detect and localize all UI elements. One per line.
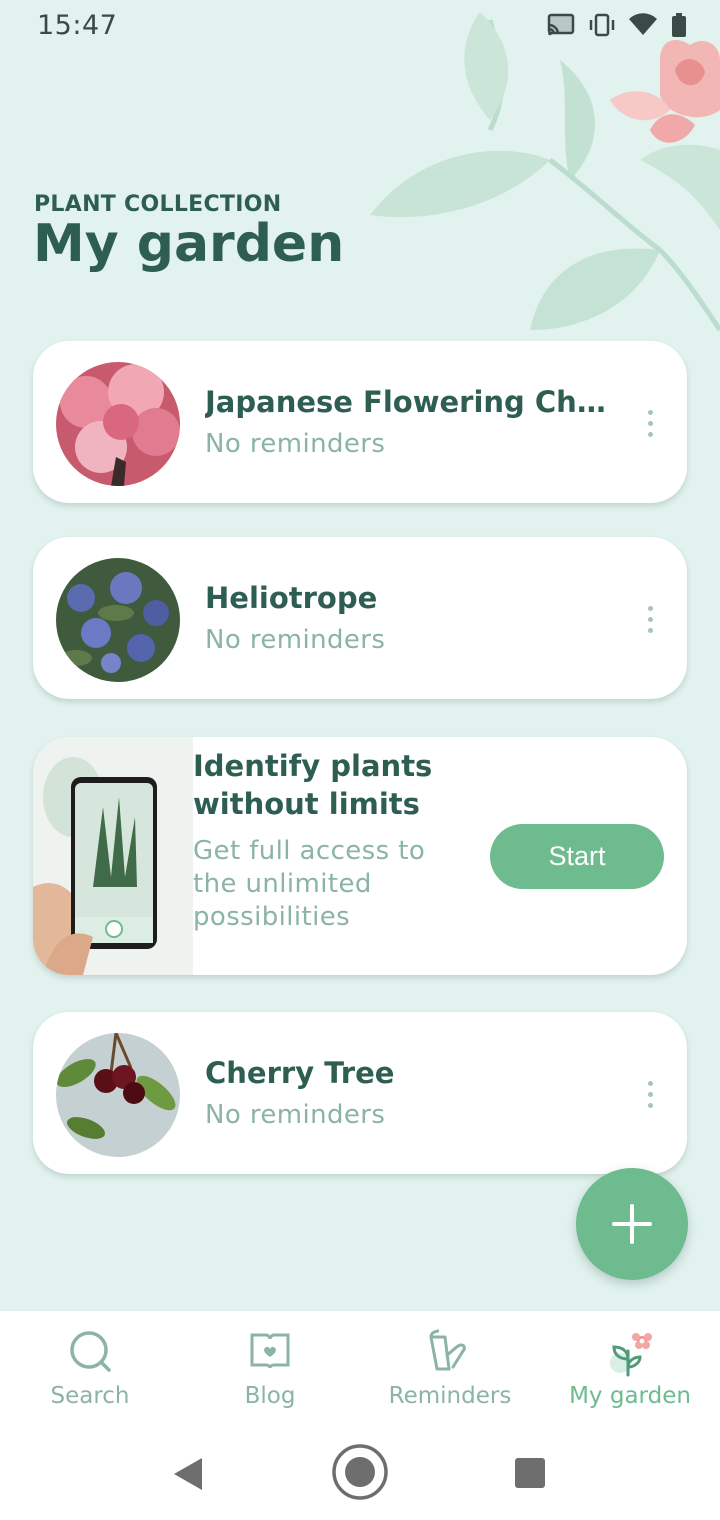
nav-label: My garden — [569, 1383, 691, 1409]
nav-item-reminders[interactable]: Reminders — [360, 1311, 540, 1421]
home-icon[interactable] — [330, 1442, 390, 1502]
add-plant-button[interactable] — [576, 1168, 688, 1280]
nav-item-my-garden[interactable]: My garden — [540, 1311, 720, 1421]
start-button[interactable]: Start — [490, 824, 664, 889]
plant-name: Cherry Tree — [205, 1056, 395, 1090]
botanical-decoration — [370, 12, 720, 332]
back-icon[interactable] — [170, 1456, 206, 1492]
nav-label: Search — [50, 1383, 130, 1409]
plant-name: Japanese Flowering Cherry — [205, 385, 615, 419]
plant-photo-heliotrope — [56, 558, 180, 682]
plant-name: Heliotrope — [205, 581, 378, 615]
blog-icon — [250, 1333, 290, 1369]
plant-card-japanese-flowering-cherry[interactable]: Japanese Flowering Cherry No reminders — [33, 341, 687, 503]
phone-scan-illustration — [33, 737, 193, 975]
nav-item-search[interactable]: Search — [0, 1311, 180, 1421]
status-time: 15:47 — [37, 10, 118, 41]
page-title: My garden — [33, 214, 345, 274]
plant-icon — [610, 1333, 652, 1377]
more-options-icon[interactable] — [637, 1064, 663, 1124]
plant-reminder-status: No reminders — [205, 429, 386, 459]
system-navigation-bar — [0, 1430, 720, 1520]
bottom-navigation: Search Blog Reminders My garden — [0, 1310, 720, 1431]
more-options-icon[interactable] — [637, 589, 663, 649]
promo-description: Get full access to the unlimited possibi… — [193, 836, 426, 932]
plant-photo-cherry-tree — [56, 1033, 180, 1157]
plant-reminder-status: No reminders — [205, 625, 386, 655]
search-icon — [70, 1331, 111, 1372]
nav-label: Reminders — [388, 1383, 512, 1409]
promo-title: Identify plants without limits — [193, 749, 433, 821]
magnolia-flower-icon — [610, 40, 720, 143]
plant-card-cherry-tree[interactable]: Cherry Tree No reminders — [33, 1012, 687, 1174]
plant-photo-japanese-flowering-cherry — [56, 362, 180, 486]
nav-item-blog[interactable]: Blog — [180, 1311, 360, 1421]
recents-icon[interactable] — [513, 1456, 547, 1490]
premium-promo-card: Identify plants without limits Get full … — [33, 737, 687, 975]
nav-label: Blog — [244, 1383, 296, 1409]
plant-card-heliotrope[interactable]: Heliotrope No reminders — [33, 537, 687, 699]
more-options-icon[interactable] — [637, 393, 663, 453]
plant-reminder-status: No reminders — [205, 1100, 386, 1130]
plus-icon — [612, 1204, 652, 1244]
watering-can-icon — [429, 1329, 466, 1371]
